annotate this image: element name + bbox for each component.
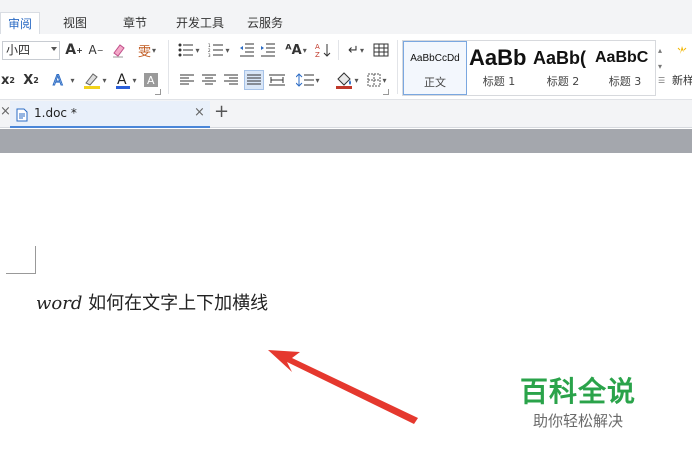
watermark: 百科全说 助你轻松解决 [508,376,648,432]
watermark-subtitle: 助你轻松解决 [532,412,623,430]
watermark-title: 百科全说 [519,375,636,408]
